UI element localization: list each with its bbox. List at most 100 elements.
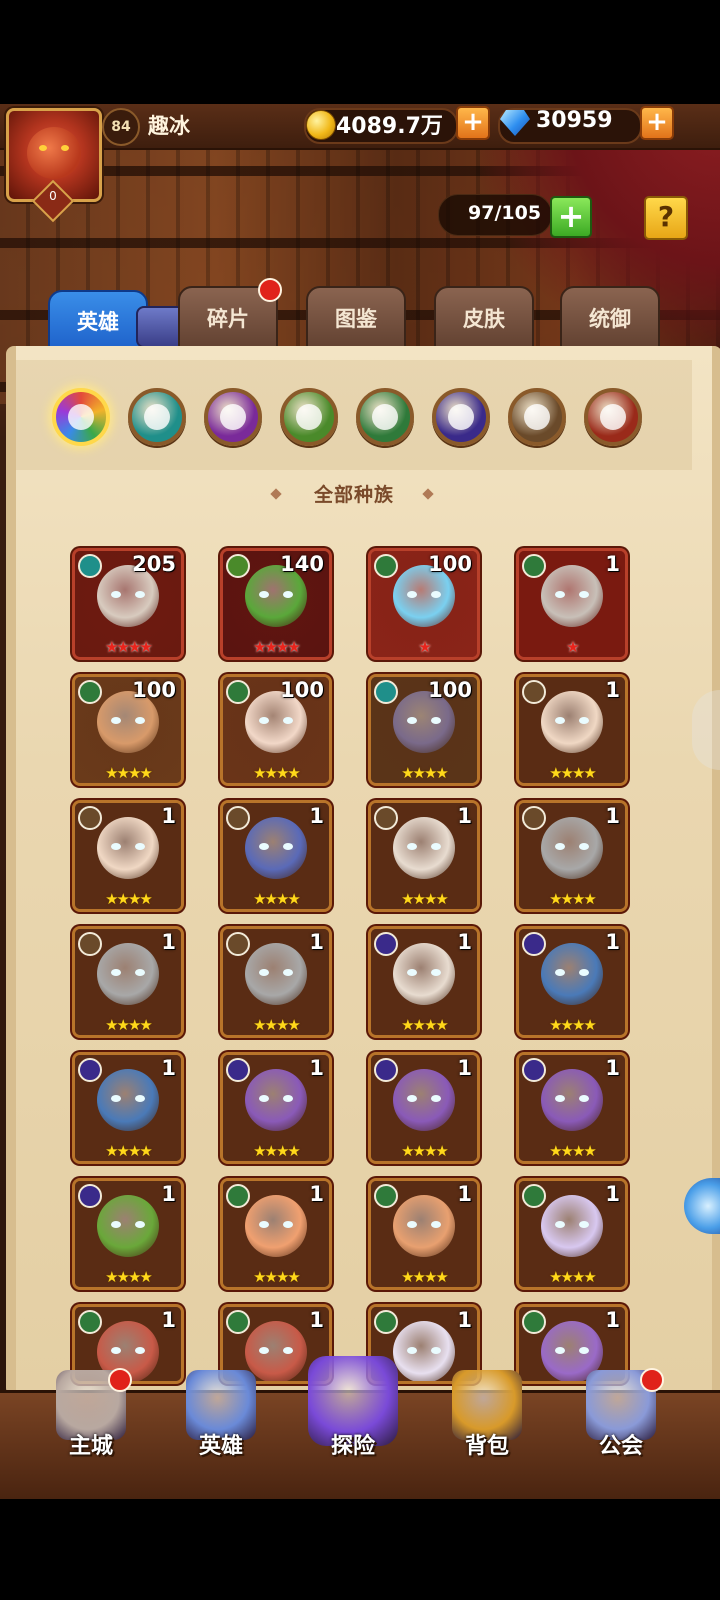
hero-star-rating: ★★★★: [549, 1268, 597, 1286]
hero-card[interactable]: 1 ★★★★: [368, 1052, 480, 1164]
hero-star-rating: ★★★★: [401, 764, 449, 782]
player-name: 趣冰: [148, 114, 190, 138]
hero-level: 1: [457, 1056, 472, 1080]
hero-eye: [555, 1095, 565, 1102]
hero-star-rating: ★★★★: [105, 1268, 153, 1286]
hero-level: 1: [605, 552, 620, 576]
hero-head: [541, 1069, 603, 1131]
hero-race-icon: [226, 1310, 250, 1334]
hero-race-icon: [226, 554, 250, 578]
hero-card[interactable]: 100 ★★★★: [220, 674, 332, 786]
hero-race-icon: [226, 806, 250, 830]
race-4-icon[interactable]: [356, 388, 414, 446]
race-1-icon[interactable]: [128, 388, 186, 446]
hero-level: 1: [309, 1182, 324, 1206]
hero-card[interactable]: 205 ★★★★: [72, 548, 184, 660]
race-emblem: [372, 404, 398, 430]
hero-card[interactable]: 1 ★★★★: [368, 800, 480, 912]
hero-card[interactable]: 1 ★★★★: [72, 1052, 184, 1164]
hero-card[interactable]: 100 ★★★★: [72, 674, 184, 786]
hero-card[interactable]: 1 ★★★★: [220, 926, 332, 1038]
nav-label: 公会: [598, 1434, 643, 1459]
hero-level: 1: [457, 1308, 472, 1332]
hero-race-icon: [374, 554, 398, 578]
hero-race-icon: [522, 806, 546, 830]
hero-eye: [555, 1221, 565, 1228]
hero-level: 1: [605, 1182, 620, 1206]
hero-card[interactable]: 1 ★★★★: [220, 1052, 332, 1164]
hero-card[interactable]: 100 ★: [368, 548, 480, 660]
hero-card[interactable]: 1 ★★★★: [72, 800, 184, 912]
hero-eye: [431, 969, 441, 976]
hero-card[interactable]: 1 ★★★★: [516, 926, 628, 1038]
hero-race-icon: [78, 1184, 102, 1208]
hero-eye: [579, 1347, 589, 1354]
race-2-icon[interactable]: [204, 388, 262, 446]
hero-card[interactable]: 1 ★★★★: [516, 674, 628, 786]
hero-level: 1: [309, 1308, 324, 1332]
hero-star-rating: ★★★★: [253, 1142, 301, 1160]
nav-portal[interactable]: 探险: [298, 1356, 408, 1496]
hero-race-icon: [78, 1310, 102, 1334]
race-emblem: [68, 404, 94, 430]
hero-card[interactable]: 1 ★★★★: [516, 800, 628, 912]
hero-card[interactable]: 1 ★★★★: [516, 1178, 628, 1290]
hero-card[interactable]: 1 ★★★★: [516, 1052, 628, 1164]
hero-level: 1: [161, 1308, 176, 1332]
hero-race-icon: [226, 1184, 250, 1208]
hero-star-rating: ★★★★: [401, 1268, 449, 1286]
hero-head: [97, 817, 159, 879]
hero-card[interactable]: 1 ★★★★: [72, 1178, 184, 1290]
hero-eye: [431, 843, 441, 850]
side-scroll-handle[interactable]: [692, 690, 720, 770]
hero-eye: [555, 969, 565, 976]
hero-eye: [259, 843, 269, 850]
hero-card[interactable]: 1 ★: [516, 548, 628, 660]
hero-eye: [431, 591, 441, 598]
hero-head: [245, 1195, 307, 1257]
nav-guild[interactable]: 公会: [566, 1356, 676, 1496]
notification-dot: [640, 1368, 664, 1392]
add-gold-button[interactable]: +: [456, 106, 490, 140]
hero-card[interactable]: 100 ★★★★: [368, 674, 480, 786]
race-3-icon[interactable]: [280, 388, 338, 446]
hero-eye: [579, 717, 589, 724]
all-races-icon[interactable]: [52, 388, 110, 446]
race-5-icon[interactable]: [432, 388, 490, 446]
hero-head: [541, 1195, 603, 1257]
expand-slots-button[interactable]: +: [550, 196, 592, 238]
race-7-icon[interactable]: [584, 388, 642, 446]
hero-star-rating: ★★★★: [253, 638, 301, 656]
hero-eye: [135, 1347, 145, 1354]
add-diamond-button[interactable]: +: [640, 106, 674, 140]
hero-star-rating: ★★★★: [549, 890, 597, 908]
hero-eye: [135, 591, 145, 598]
hero-card[interactable]: 1 ★★★★: [220, 1178, 332, 1290]
hero-level: 100: [132, 678, 176, 702]
hero-race-icon: [374, 1058, 398, 1082]
gold-coin-icon: [306, 110, 336, 140]
hero-level: 1: [457, 804, 472, 828]
hero-card[interactable]: 1 ★★★★: [72, 926, 184, 1038]
hero-eye: [283, 843, 293, 850]
hero-level: 100: [280, 678, 324, 702]
nav-backpack[interactable]: 背包: [432, 1356, 542, 1496]
race-6-icon[interactable]: [508, 388, 566, 446]
hero-level: 1: [309, 930, 324, 954]
hero-eye: [135, 969, 145, 976]
hero-card[interactable]: 1 ★★★★: [368, 1178, 480, 1290]
hero-card[interactable]: 140 ★★★★: [220, 548, 332, 660]
avatar-eye: [61, 145, 69, 151]
hero-race-icon: [226, 680, 250, 704]
hero-eye: [259, 969, 269, 976]
hero-eye: [111, 843, 121, 850]
hero-card[interactable]: 1 ★★★★: [368, 926, 480, 1038]
hero-eye: [579, 969, 589, 976]
nav-castle[interactable]: 主城: [36, 1356, 146, 1496]
hero-eye: [407, 1221, 417, 1228]
hero-level: 1: [605, 930, 620, 954]
nav-hero[interactable]: 英雄: [166, 1356, 276, 1496]
help-button[interactable]: ?: [644, 196, 688, 240]
hero-head: [393, 1195, 455, 1257]
hero-card[interactable]: 1 ★★★★: [220, 800, 332, 912]
